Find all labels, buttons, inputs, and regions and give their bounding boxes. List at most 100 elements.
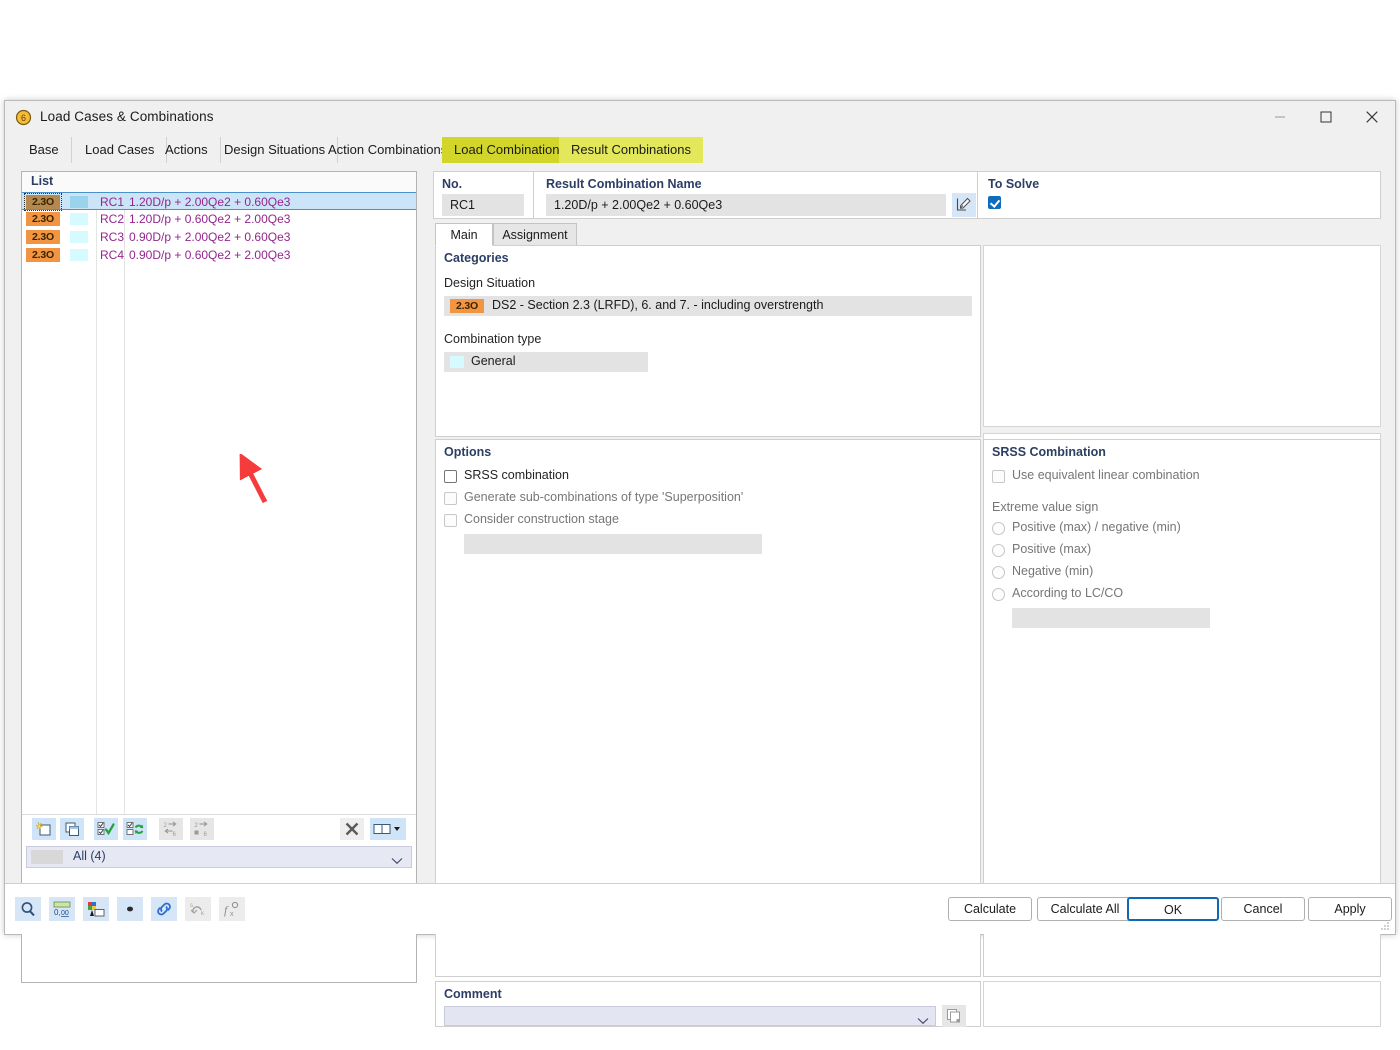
tab-main[interactable]: Main bbox=[435, 223, 493, 246]
svg-text:2: 2 bbox=[164, 823, 168, 829]
design-situation-badge: 2.3O bbox=[26, 212, 60, 226]
maximize-button[interactable] bbox=[1303, 101, 1349, 133]
copy-item-button[interactable] bbox=[60, 818, 84, 840]
design-situation-value-row[interactable]: 2.3O DS2 - Section 2.3 (LRFD), 6. and 7.… bbox=[444, 296, 972, 316]
edit-name-button[interactable] bbox=[952, 193, 976, 217]
decimal-places-icon[interactable]: 0, 00 bbox=[49, 897, 75, 921]
cancel-button[interactable]: Cancel bbox=[1221, 897, 1305, 921]
result-combination-name-label: Result Combination Name bbox=[546, 177, 702, 191]
design-situation-badge: 2.3O bbox=[450, 299, 484, 313]
radio-label-positive-max: Positive (max) bbox=[1012, 542, 1092, 556]
app-icon: 6 bbox=[15, 109, 32, 126]
tab-action-combinations[interactable]: Action Combinations bbox=[316, 137, 461, 163]
formula-icon: f x bbox=[219, 897, 245, 921]
dialog-content: List 2.3O RC1 1.20D/p + 2.00Qe2 + 0.60Qe… bbox=[13, 167, 1389, 1027]
table-row[interactable]: 2.3O RC2 1.20D/p + 0.60Qe2 + 2.00Qe3 bbox=[22, 210, 416, 228]
srss-combination-title: SRSS Combination bbox=[992, 445, 1106, 459]
tab-actions[interactable]: Actions bbox=[153, 137, 221, 163]
list-header: List bbox=[22, 172, 416, 193]
number-group: No. RC1 bbox=[433, 171, 539, 219]
column-separator bbox=[96, 192, 97, 814]
combination-type-value-row[interactable]: General bbox=[444, 352, 648, 372]
radio-negative-min[interactable] bbox=[992, 566, 1005, 579]
generate-subcombinations-label: Generate sub-combinations of type 'Super… bbox=[464, 490, 744, 504]
design-situation-badge: 2.3O bbox=[24, 193, 62, 211]
row-description: 0.90D/p + 0.60Qe2 + 2.00Qe3 bbox=[129, 248, 291, 262]
tab-base[interactable]: Base bbox=[17, 137, 72, 163]
invert-selection-button[interactable] bbox=[123, 818, 147, 840]
ok-button[interactable]: OK bbox=[1127, 897, 1219, 921]
to-solve-label: To Solve bbox=[988, 177, 1040, 191]
select-all-button[interactable] bbox=[94, 818, 118, 840]
comment-combobox[interactable] bbox=[444, 1006, 936, 1026]
dot-icon[interactable] bbox=[117, 897, 143, 921]
colors-icon[interactable] bbox=[83, 897, 109, 921]
column-separator bbox=[124, 192, 125, 814]
categories-group: Categories Design Situation 2.3O DS2 - S… bbox=[435, 245, 981, 437]
result-combination-name-input[interactable] bbox=[546, 194, 946, 216]
design-situation-badge: 2.3O bbox=[26, 248, 60, 262]
calculate-all-button[interactable]: Calculate All bbox=[1037, 897, 1133, 921]
to-solve-group: To Solve bbox=[977, 171, 1381, 219]
categories-title: Categories bbox=[444, 251, 509, 265]
view-mode-button[interactable] bbox=[370, 818, 406, 840]
copy-comment-button[interactable] bbox=[942, 1005, 966, 1027]
row-id: RC3 bbox=[100, 230, 125, 244]
svg-text:00: 00 bbox=[61, 910, 69, 917]
minimize-button[interactable] bbox=[1257, 101, 1303, 133]
tab-load-combinations[interactable]: Load Combinations bbox=[442, 137, 579, 163]
table-row[interactable]: 2.3O RC4 0.90D/p + 0.60Qe2 + 2.00Qe3 bbox=[22, 246, 416, 264]
combinations-list-panel: List 2.3O RC1 1.20D/p + 2.00Qe2 + 0.60Qe… bbox=[21, 171, 417, 983]
combination-type-swatch bbox=[450, 356, 464, 368]
chevron-down-icon bbox=[917, 1012, 929, 1030]
srss-combination-label: SRSS combination bbox=[464, 468, 569, 482]
units-icon: s k bbox=[185, 897, 211, 921]
list-filter-dropdown[interactable]: All (4) bbox=[26, 846, 412, 868]
combination-type-label: Combination type bbox=[444, 332, 542, 346]
radio-according-to-lcco[interactable] bbox=[992, 588, 1005, 601]
main-tabs: Base Load Cases Actions Design Situation… bbox=[5, 134, 1395, 166]
combination-type-value: General bbox=[471, 354, 516, 368]
row-id: RC4 bbox=[100, 248, 125, 262]
close-button[interactable] bbox=[1349, 101, 1395, 133]
link-icon[interactable] bbox=[151, 897, 177, 921]
use-equivalent-linear-combination-checkbox bbox=[992, 470, 1005, 483]
to-solve-checkbox[interactable] bbox=[988, 196, 1001, 209]
radio-positive-max-negative-min[interactable] bbox=[992, 522, 1005, 535]
svg-text:x: x bbox=[230, 911, 234, 917]
annotation-arrow-icon bbox=[232, 452, 284, 515]
list-header-label: List bbox=[31, 174, 54, 188]
row-description: 1.20D/p + 0.60Qe2 + 2.00Qe3 bbox=[129, 212, 291, 226]
window-title: Load Cases & Combinations bbox=[40, 109, 214, 124]
new-item-button[interactable] bbox=[32, 818, 56, 840]
filter-color-swatch bbox=[31, 850, 63, 864]
comment-group: Comment bbox=[435, 981, 981, 1027]
radio-positive-max[interactable] bbox=[992, 544, 1005, 557]
consider-construction-stage-checkbox bbox=[444, 514, 457, 527]
svg-text:0,: 0, bbox=[54, 908, 61, 917]
dialog-window: 6 Load Cases & Combinations Base Load Ca… bbox=[4, 100, 1396, 1027]
tab-assignment[interactable]: Assignment bbox=[493, 223, 577, 246]
number-label: No. bbox=[442, 177, 463, 191]
calculate-button[interactable]: Calculate bbox=[948, 897, 1032, 921]
srss-combination-checkbox[interactable] bbox=[444, 470, 457, 483]
renumber-button: 2 6 bbox=[159, 818, 183, 840]
delete-button[interactable] bbox=[340, 818, 364, 840]
table-row[interactable]: 2.3O RC3 0.90D/p + 2.00Qe2 + 0.60Qe3 bbox=[22, 228, 416, 246]
row-id: RC1 bbox=[100, 195, 125, 209]
table-row[interactable]: 2.3O RC1 1.20D/p + 2.00Qe2 + 0.60Qe3 bbox=[22, 192, 416, 211]
svg-text:k: k bbox=[201, 911, 205, 917]
construction-stage-value bbox=[464, 534, 762, 554]
radio-label-according-to-lcco: According to LC/CO bbox=[1012, 586, 1124, 600]
color-swatch bbox=[70, 196, 88, 208]
svg-text:6: 6 bbox=[173, 832, 177, 837]
bottom-bar: 0, 00 s k f x Calculate Calculate All OK… bbox=[5, 883, 1395, 934]
number-value: RC1 bbox=[442, 194, 524, 216]
apply-button[interactable]: Apply bbox=[1308, 897, 1392, 921]
right-blank-panel-top bbox=[983, 245, 1381, 427]
search-magnifier-icon[interactable] bbox=[15, 897, 41, 921]
design-situation-label: Design Situation bbox=[444, 276, 536, 290]
tab-result-combinations[interactable]: Result Combinations bbox=[559, 137, 703, 163]
comment-label: Comment bbox=[444, 987, 502, 1001]
resize-grip[interactable] bbox=[1379, 919, 1391, 931]
